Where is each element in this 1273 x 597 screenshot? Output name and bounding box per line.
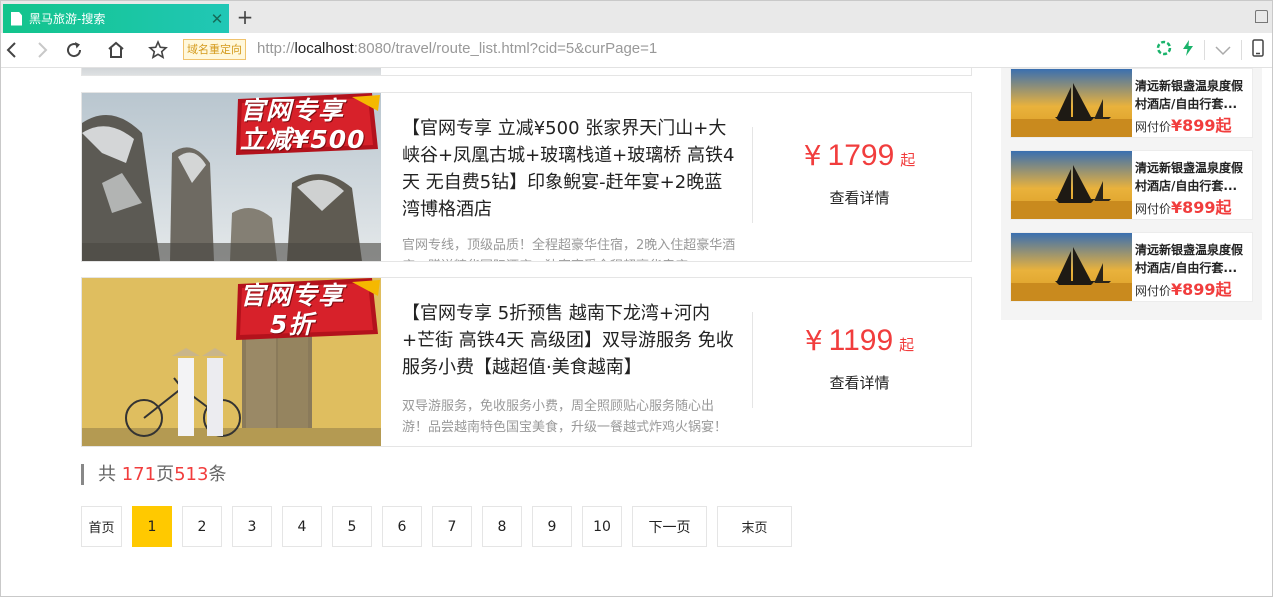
view-details-link[interactable]: 查看详情 (782, 372, 937, 393)
price-value: ¥899起 (1171, 116, 1232, 135)
promo-badge-text: 官网专享 5折 (240, 281, 380, 339)
page-button-1[interactable]: 1 (132, 506, 172, 547)
currency-symbol: ¥ (804, 324, 823, 357)
hot-route-price: 网付价¥899起 (1135, 276, 1232, 300)
total-records: 513 (174, 464, 209, 485)
hot-route-title[interactable]: 清远新银盏温泉度假村酒店/自由行套... (1135, 77, 1251, 113)
total-pages: 171 (121, 464, 157, 485)
price-value: ¥899起 (1171, 280, 1232, 299)
chevron-down-icon[interactable] (1215, 41, 1231, 60)
hot-route-title[interactable]: 清远新银盏温泉度假村酒店/自由行套... (1135, 159, 1251, 195)
phone-icon[interactable] (1252, 39, 1264, 61)
browser-tab[interactable]: 黑马旅游-搜索 ✕ (3, 4, 229, 33)
price-value: ¥899起 (1171, 198, 1232, 217)
url-host: localhost (294, 40, 354, 57)
tab-bar: 黑马旅游-搜索 ✕ + (1, 1, 1272, 33)
hot-route-item[interactable]: 清远新银盏温泉度假村酒店/自由行套... 网付价¥899起 (1010, 232, 1253, 302)
address-bar-tools (1156, 39, 1264, 61)
hot-route-image[interactable] (1011, 69, 1132, 137)
window-restore-icon[interactable] (1255, 10, 1268, 23)
records-unit: 条 (208, 464, 227, 485)
hot-route-item[interactable]: 清远新银盏温泉度假村酒店/自由行套... 网付价¥899起 (1010, 150, 1253, 220)
reload-icon[interactable] (63, 39, 85, 61)
toolbar-divider (1241, 40, 1242, 60)
promo-badge-line1: 官网专享 (240, 96, 345, 125)
hot-route-title[interactable]: 清远新银盏温泉度假村酒店/自由行套... (1135, 241, 1251, 277)
pagination: 首页 1 2 3 4 5 6 7 8 9 10 下一页 末页 (81, 506, 802, 547)
route-card[interactable]: 官网专享 立减¥500 【官网专享 立减¥500 张家界天门山+大峡谷+凤凰古城… (81, 92, 972, 262)
route-image[interactable]: 官网专享 立减¥500 (82, 93, 381, 261)
hot-route-price: 网付价¥899起 (1135, 194, 1232, 218)
hot-route-image[interactable] (1011, 233, 1132, 301)
price-label: 网付价 (1135, 202, 1172, 216)
page-button-7[interactable]: 7 (432, 506, 472, 547)
route-image[interactable]: 官网专享 5折 (82, 278, 381, 446)
price-value: 1799 (827, 139, 895, 172)
price-label: 网付价 (1135, 284, 1172, 298)
page-content: 官网专享 立减¥500 【官网专享 立减¥500 张家界天门山+大峡谷+凤凰古城… (1, 68, 1272, 596)
route-price: ¥1199 起 (782, 324, 937, 358)
page-button-4[interactable]: 4 (282, 506, 322, 547)
divider (752, 312, 753, 408)
pages-unit: 页 (156, 464, 175, 485)
page-button-2[interactable]: 2 (182, 506, 222, 547)
promo-badge-line2: 5折 (270, 310, 315, 339)
extension-icon[interactable] (1156, 40, 1172, 60)
url-scheme: http:// (257, 40, 295, 57)
star-icon[interactable] (147, 39, 169, 61)
redirect-badge[interactable]: 域名重定向 (183, 39, 246, 60)
page-button-9[interactable]: 9 (532, 506, 572, 547)
page-button-6[interactable]: 6 (382, 506, 422, 547)
route-description: 官网专线，顶级品质！全程超豪华住宿，2晚入住超豪华酒店，赠送精华国际酒店，独家享… (402, 238, 736, 261)
toolbar-divider (1204, 40, 1205, 60)
route-title[interactable]: 【官网专享 5折预售 越南下龙湾+河内+芒街 高铁4天 高级团】双导游服务 免收… (402, 300, 737, 381)
promo-badge-line1: 官网专享 (240, 281, 345, 310)
result-summary: 共 171页513条 (81, 464, 226, 485)
page-button-3[interactable]: 3 (232, 506, 272, 547)
page-icon (11, 11, 22, 26)
hot-routes-sidebar: 清远新银盏温泉度假村酒店/自由行套... 网付价¥899起 清远新银盏温泉度假村… (1001, 68, 1262, 320)
price-value: 1199 (828, 324, 894, 357)
promo-badge-line2: 立减¥500 (240, 125, 366, 154)
price-suffix: 起 (899, 336, 915, 354)
forward-icon[interactable] (31, 39, 53, 61)
hot-route-price: 网付价¥899起 (1135, 112, 1232, 136)
route-price: ¥1799 起 (782, 139, 937, 173)
url-field[interactable]: http://localhost:8080/travel/route_list.… (257, 40, 657, 57)
summary-prefix: 共 (98, 464, 122, 485)
divider (752, 127, 753, 223)
route-image (82, 68, 381, 75)
browser-window: 黑马旅游-搜索 ✕ + 域名重定向 http://localhost:8080/… (0, 0, 1273, 597)
route-description: 双导游服务，免收服务小费，周全照顾贴心服务随心出游！品尝越南特色国宝美食，升级一… (402, 399, 728, 435)
hot-route-item[interactable]: 清远新银盏温泉度假村酒店/自由行套... 网付价¥899起 (1010, 68, 1253, 138)
lightning-icon[interactable] (1182, 40, 1194, 60)
home-icon[interactable] (105, 39, 127, 61)
page-button-10[interactable]: 10 (582, 506, 622, 547)
next-page-button[interactable]: 下一页 (632, 506, 707, 547)
first-page-button[interactable]: 首页 (81, 506, 122, 547)
back-icon[interactable] (1, 39, 23, 61)
address-bar: 域名重定向 http://localhost:8080/travel/route… (1, 33, 1272, 68)
plus-icon[interactable]: + (235, 5, 255, 29)
page-button-5[interactable]: 5 (332, 506, 372, 547)
promo-badge-text: 官网专享 立减¥500 (240, 96, 380, 154)
view-details-link[interactable]: 查看详情 (782, 187, 937, 208)
route-card[interactable]: 官网专享 5折 【官网专享 5折预售 越南下龙湾+河内+芒街 高铁4天 高级团】… (81, 277, 972, 447)
route-card-partial[interactable] (81, 68, 972, 76)
last-page-button[interactable]: 末页 (717, 506, 792, 547)
route-title[interactable]: 【官网专享 立减¥500 张家界天门山+大峡谷+凤凰古城+玻璃栈道+玻璃桥 高铁… (402, 115, 737, 223)
currency-symbol: ¥ (803, 139, 822, 172)
price-suffix: 起 (900, 151, 916, 169)
close-icon[interactable]: ✕ (205, 10, 229, 28)
page-button-8[interactable]: 8 (482, 506, 522, 547)
hot-route-image[interactable] (1011, 151, 1132, 219)
tab-title: 黑马旅游-搜索 (29, 12, 106, 26)
url-path: :8080/travel/route_list.html?cid=5&curPa… (353, 40, 658, 57)
price-label: 网付价 (1135, 120, 1172, 134)
